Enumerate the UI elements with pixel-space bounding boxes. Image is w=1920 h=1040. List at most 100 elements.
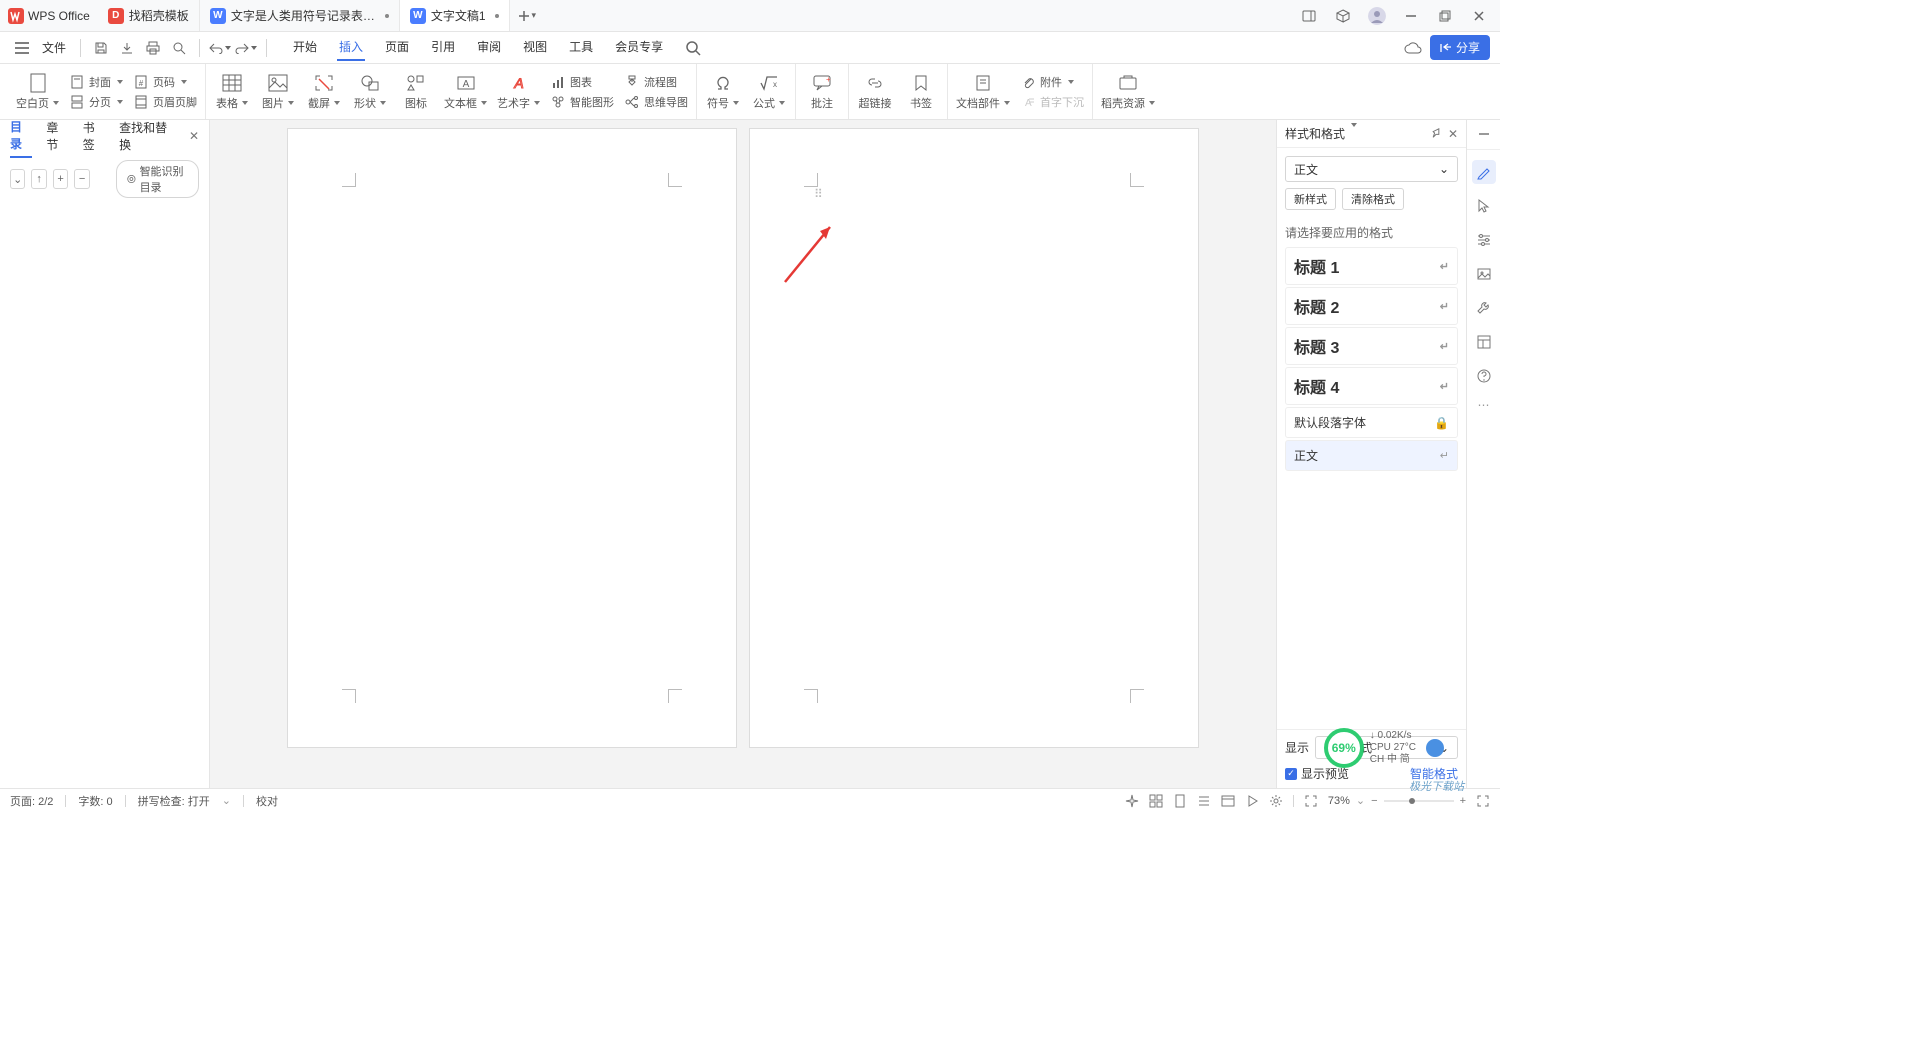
nav-up-button[interactable]: ↑ [31,169,46,189]
cover-button[interactable]: 封面 [69,74,123,90]
rail-select-button[interactable] [1472,194,1496,218]
hyperlink-button[interactable]: 超链接 [857,73,893,111]
close-button[interactable] [1464,1,1494,31]
menu-view[interactable]: 视图 [521,34,549,61]
assist-button[interactable] [1125,794,1139,808]
cube-button[interactable] [1328,1,1358,31]
picture-button[interactable]: 图片 [260,73,296,111]
smart-toc-button[interactable]: 智能识别目录 [116,160,199,198]
dk-resources-button[interactable]: 稻壳资源 [1101,73,1155,111]
smart-format-link[interactable]: 智能格式 [1410,765,1458,782]
save-button[interactable] [89,36,113,60]
page-number-button[interactable]: #页码 [133,74,197,90]
nav-tab-find[interactable]: 查找和替换 [119,115,175,157]
share-button[interactable]: 分享 [1430,35,1490,60]
header-footer-button[interactable]: 页眉页脚 [133,94,197,110]
rail-collapse-button[interactable] [1467,126,1500,150]
web-view-button[interactable] [1221,794,1235,808]
status-spellcheck[interactable]: 拼写检查: 打开 [138,793,210,809]
menu-member[interactable]: 会员专享 [613,34,665,61]
hamburger-button[interactable] [10,42,34,54]
zoom-in-button[interactable]: + [1460,795,1466,807]
page-1[interactable] [287,128,737,748]
status-proof[interactable]: 校对 [256,793,278,809]
rail-more-button[interactable]: ⋯ [1478,398,1490,412]
panel-toggle-button[interactable] [1294,1,1324,31]
maximize-button[interactable] [1430,1,1460,31]
style-heading-3[interactable]: 标题 3↵ [1285,327,1458,365]
symbol-button[interactable]: 符号 [705,73,741,111]
nav-remove-button[interactable]: − [74,169,89,189]
bookmark-button[interactable]: 书签 [903,73,939,111]
grid-button[interactable] [1149,794,1163,808]
flowchart-button[interactable]: 流程图 [624,74,688,90]
menu-page[interactable]: 页面 [383,34,411,61]
export-button[interactable] [115,36,139,60]
new-tab-button[interactable]: ▾ [510,0,545,31]
nav-close-button[interactable]: ✕ [189,129,199,143]
rail-help-button[interactable] [1472,364,1496,388]
minimize-button[interactable] [1396,1,1426,31]
new-style-button[interactable]: 新样式 [1285,188,1336,210]
status-word-count[interactable]: 字数: 0 [78,793,112,809]
style-heading-2[interactable]: 标题 2↵ [1285,287,1458,325]
blank-page-button[interactable]: 空白页 [16,73,59,111]
comment-button[interactable]: +批注 [804,73,840,111]
zoom-slider[interactable] [1384,797,1454,805]
style-heading-4[interactable]: 标题 4↵ [1285,367,1458,405]
zoom-out-button[interactable]: − [1371,795,1377,807]
textbox-button[interactable]: A文本框 [444,73,487,111]
tab-templates[interactable]: D 找稻壳模板 [98,0,200,31]
tab-doc-2[interactable]: W 文字文稿1 [400,0,510,31]
user-avatar[interactable] [1362,1,1392,31]
menu-start[interactable]: 开始 [291,34,319,61]
fullscreen-button[interactable] [1476,794,1490,808]
page-view-button[interactable] [1173,794,1187,808]
tab-doc-1[interactable]: W 文字是人类用符号记录表达信息以 [200,0,400,31]
current-style-select[interactable]: 正文 ⌄ [1285,156,1458,182]
page-break-button[interactable]: 分页 [69,94,123,110]
cloud-sync-button[interactable] [1404,41,1422,55]
style-default-font[interactable]: 默认段落字体🔒 [1285,407,1458,438]
fit-button[interactable] [1304,794,1318,808]
pin-button[interactable] [1430,127,1442,141]
menu-insert[interactable]: 插入 [337,34,365,61]
clear-format-button[interactable]: 清除格式 [1342,188,1404,210]
smartart-button[interactable]: 智能图形 [550,94,614,110]
zoom-level[interactable]: 73% [1328,795,1350,807]
chevron-down-icon[interactable] [1349,127,1357,141]
shape-button[interactable]: 形状 [352,73,388,111]
rail-styles-button[interactable] [1472,160,1496,184]
file-menu[interactable]: 文件 [36,39,72,56]
print-button[interactable] [141,36,165,60]
rail-image-button[interactable] [1472,262,1496,286]
mindmap-button[interactable]: 思维导图 [624,94,688,110]
menu-reference[interactable]: 引用 [429,34,457,61]
rail-settings-button[interactable] [1472,228,1496,252]
nav-tab-bookmark[interactable]: 书签 [83,115,105,157]
nav-expand-button[interactable]: ⌄ [10,169,25,189]
style-heading-1[interactable]: 标题 1↵ [1285,247,1458,285]
status-page[interactable]: 页面: 2/2 [10,793,53,809]
screenshot-button[interactable]: 截屏 [306,73,342,111]
reading-view-button[interactable] [1245,794,1259,808]
icon-button[interactable]: 图标 [398,73,434,111]
show-preview-checkbox[interactable]: ✓ 显示预览 [1285,765,1349,782]
menu-tools[interactable]: 工具 [567,34,595,61]
doc-parts-button[interactable]: 文档部件 [956,73,1010,111]
document-canvas[interactable]: ⠿ [210,120,1276,788]
redo-button[interactable] [234,36,258,60]
view-settings-button[interactable] [1269,794,1283,808]
search-button[interactable] [685,40,701,56]
attachment-button[interactable]: 附件 [1020,74,1084,90]
nav-tab-chapter[interactable]: 章节 [46,115,68,157]
equation-button[interactable]: x公式 [751,73,787,111]
undo-button[interactable] [208,36,232,60]
chart-button[interactable]: 图表 [550,74,614,90]
nav-add-button[interactable]: + [53,169,68,189]
rail-layout-button[interactable] [1472,330,1496,354]
print-preview-button[interactable] [167,36,191,60]
menu-review[interactable]: 审阅 [475,34,503,61]
display-filter-select[interactable]: 有效样式⌄ [1315,736,1458,759]
wordart-button[interactable]: A艺术字 [497,73,540,111]
